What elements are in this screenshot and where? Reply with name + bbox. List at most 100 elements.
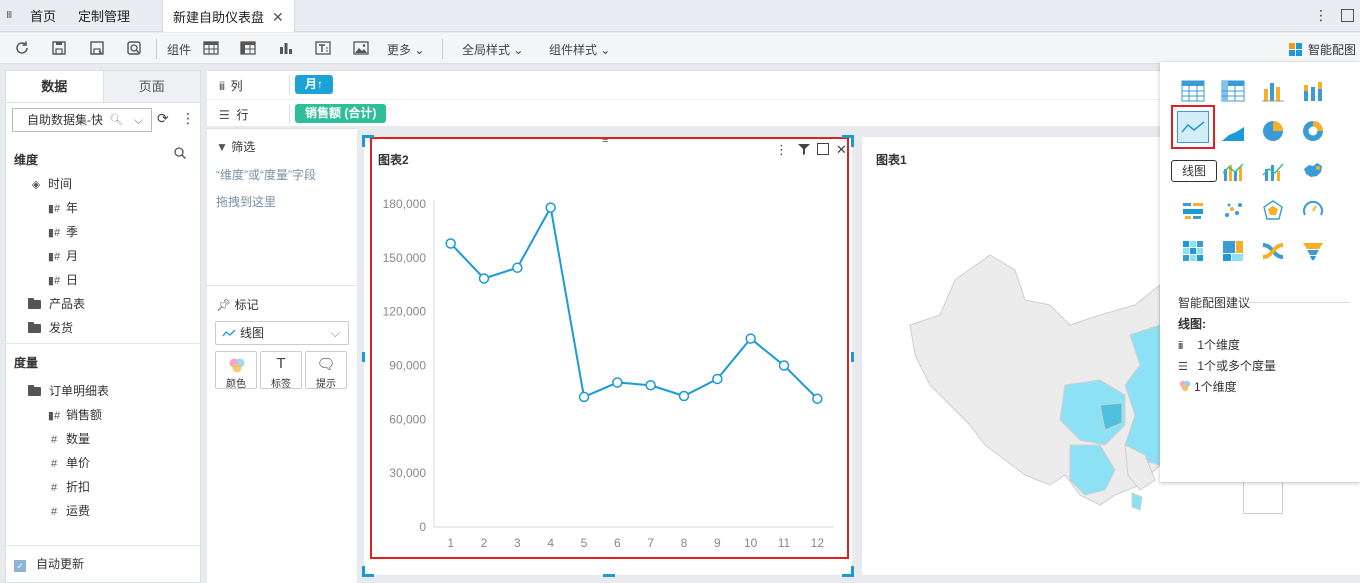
columns-icon: iii [1178, 340, 1183, 352]
search-field-icon[interactable] [174, 147, 186, 159]
close-tab-icon[interactable]: ✕ [272, 9, 284, 25]
heatmap-icon[interactable] [1181, 239, 1205, 263]
tab-page[interactable]: 页面 [102, 71, 200, 102]
pin-icon: 📌︎ [216, 298, 232, 312]
tree-folder-product[interactable]: 产品表 [28, 295, 85, 312]
suggestion-item: 1个维度 [1178, 378, 1237, 395]
tree-field-month[interactable]: ▮# 月 [46, 247, 78, 264]
smart-chart-button[interactable]: 智能配图 [1288, 41, 1356, 58]
dataset-select[interactable]: 自助数据集-快 🔍︎ ⌵ [12, 108, 152, 132]
resize-handle[interactable] [362, 566, 365, 577]
resize-handle[interactable] [362, 352, 365, 362]
more-vertical-icon[interactable]: ⋮ [181, 110, 195, 127]
filter-title: ▼ 筛选 [216, 140, 256, 154]
text-component-icon[interactable] [315, 40, 331, 56]
section-divider [6, 545, 200, 546]
image-icon[interactable] [353, 40, 369, 56]
resize-handle[interactable] [851, 352, 854, 362]
scatter-chart-icon[interactable] [1221, 199, 1245, 223]
dimension-header: 维度 [14, 153, 39, 167]
word-cloud-icon[interactable] [1181, 199, 1205, 223]
tree-field-quarter[interactable]: ▮# 季 [46, 223, 78, 240]
filter-icon: ▼ [216, 140, 228, 154]
map-chart-icon[interactable] [1301, 159, 1325, 183]
hash-icon: # [50, 458, 58, 470]
sankey-chart-icon[interactable] [1261, 239, 1285, 263]
columns-icon: iii [219, 79, 225, 93]
tab-custom-management[interactable]: 定制管理 [68, 0, 140, 32]
chevron-down-icon: ⌵ [330, 326, 340, 340]
menu-grip-icon[interactable]: III [6, 10, 12, 21]
mark-label-button[interactable]: T 标签 [260, 351, 302, 390]
auto-update-checkbox[interactable]: ✓ 自动更新 [14, 555, 84, 572]
line-chart-option-selected[interactable] [1171, 105, 1215, 149]
column-chart-icon[interactable] [1261, 79, 1285, 103]
tree-measure-quantity[interactable]: # 数量 [46, 430, 90, 447]
measure-header: 度量 [14, 356, 39, 370]
resize-handle[interactable] [851, 566, 854, 577]
row-field-pill[interactable]: 销售额 (合计) [295, 104, 387, 123]
toolbar-divider [156, 39, 157, 59]
tab-home[interactable]: 首页 [20, 0, 66, 32]
refresh-icon[interactable] [14, 40, 30, 56]
tree-field-day[interactable]: ▮# 日 [46, 271, 78, 288]
tree-field-year[interactable]: ▮# 年 [46, 199, 78, 216]
date-field-icon: ▮# [47, 227, 61, 239]
tree-measure-sales[interactable]: ▮# 销售额 [46, 406, 102, 423]
save-as-icon[interactable] [89, 40, 105, 56]
more-vertical-icon[interactable]: ⋮ [1314, 7, 1328, 24]
pie-chart-icon[interactable] [1261, 119, 1285, 143]
preview-icon[interactable] [126, 40, 142, 56]
tree-folder-order-detail[interactable]: 订单明细表 [28, 382, 109, 399]
mark-color-button[interactable]: 颜色 [215, 351, 257, 390]
stacked-column-icon[interactable] [1301, 79, 1325, 103]
chevron-down-icon: ⌄ [414, 43, 425, 57]
suggestion-head: 线图: [1178, 317, 1206, 331]
mark-type-select[interactable]: 线图 ⌵ [215, 321, 349, 345]
crosstab-chart-icon[interactable] [1221, 79, 1245, 103]
chart1-title: 图表1 [876, 153, 907, 167]
funnel-chart-icon[interactable] [1301, 239, 1325, 263]
table-chart-icon[interactable] [1181, 79, 1205, 103]
selection-highlight [370, 137, 849, 559]
table-icon[interactable] [203, 40, 219, 56]
donut-chart-icon[interactable] [1301, 119, 1325, 143]
treemap-icon[interactable] [1221, 239, 1245, 263]
filter-drop-zone[interactable]: “维度”或“度量”字段 拖拽到这里 [216, 162, 356, 216]
measure-field-icon: ▮# [47, 410, 61, 422]
column-field-pill[interactable]: 月↑ [295, 75, 334, 94]
global-style-menu[interactable]: 全局样式 ⌄ [462, 41, 523, 58]
radar-chart-icon[interactable] [1261, 199, 1285, 223]
south-sea-inset [1243, 478, 1283, 514]
tree-measure-unit-price[interactable]: # 单价 [46, 454, 90, 471]
date-field-icon: ▮# [47, 275, 61, 287]
crosstab-icon[interactable] [240, 40, 256, 56]
component-style-menu[interactable]: 组件样式 ⌄ [549, 41, 610, 58]
more-menu[interactable]: 更多 ⌄ [387, 41, 424, 58]
tree-folder-shipping[interactable]: 发货 [28, 319, 73, 336]
search-icon: 🔍︎ [109, 114, 123, 126]
tree-measure-discount[interactable]: # 折扣 [46, 478, 90, 495]
gauge-chart-icon[interactable] [1301, 199, 1325, 223]
resize-handle[interactable] [851, 135, 854, 147]
rows-icon: ☰ [219, 108, 230, 122]
tab-new-dashboard[interactable]: 新建自助仪表盘 ✕ [162, 0, 295, 32]
section-divider [6, 343, 200, 344]
tab-data[interactable]: 数据 [6, 71, 103, 102]
tree-time-hierarchy[interactable]: ◈ 时间 [28, 175, 72, 192]
bar-chart-icon[interactable] [278, 40, 294, 56]
area-chart-icon[interactable] [1221, 119, 1245, 143]
maximize-icon[interactable] [1341, 9, 1354, 22]
chart-type-tooltip: 线图 [1171, 160, 1218, 182]
checkmark-icon: ✓ [14, 560, 26, 572]
dual-axis-chart-icon[interactable] [1261, 159, 1285, 183]
save-icon[interactable] [51, 40, 67, 56]
hash-icon: # [50, 506, 58, 518]
combo-chart-icon[interactable] [1221, 159, 1245, 183]
tree-measure-freight[interactable]: # 运费 [46, 502, 90, 519]
component-label: 组件 [167, 43, 192, 57]
resize-handle[interactable] [362, 135, 365, 147]
resize-handle[interactable] [603, 574, 615, 577]
refresh-dataset-icon[interactable]: ⟳ [157, 110, 169, 127]
mark-tooltip-button[interactable]: 🗨︎ 提示 [305, 351, 347, 390]
